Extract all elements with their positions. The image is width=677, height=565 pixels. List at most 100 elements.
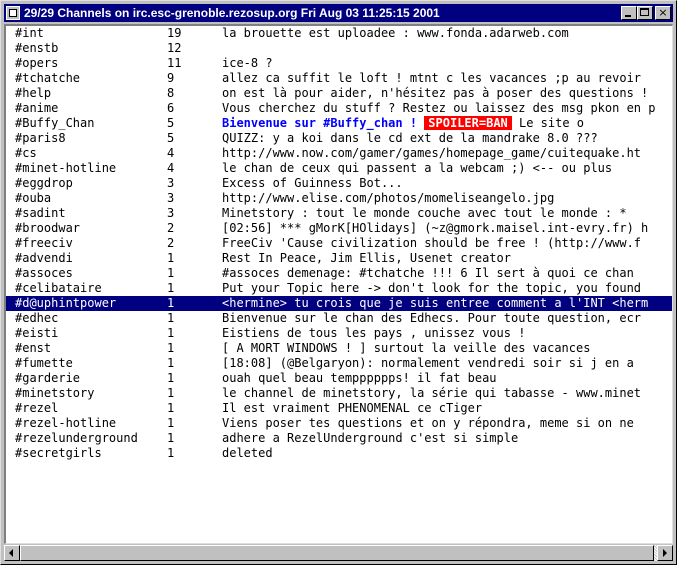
channel-user-count: 12: [167, 41, 182, 55]
channel-row[interactable]: #Buffy_Chan 5 Bienvenue sur #Buffy_chan !…: [6, 116, 672, 131]
channel-topic: on est là pour aider, n'hésitez pas à po…: [222, 86, 649, 100]
channel-name: #advendi: [15, 251, 73, 265]
channel-row[interactable]: #enst 1 [ A MORT WINDOWS ! ] surtout la ve…: [6, 341, 672, 356]
horizontal-scrollbar[interactable]: [4, 545, 673, 561]
channel-name: #fumette: [15, 356, 73, 370]
channel-name: #rezel-hotline: [15, 416, 117, 430]
channel-topic: adhere a RezelUnderground c'est si simpl…: [222, 431, 519, 445]
channel-user-count: 1: [167, 356, 175, 370]
channel-topic: QUIZZ: y a koi dans le cd ext de la mand…: [222, 131, 598, 145]
channel-name: #cs: [15, 146, 37, 160]
channel-row[interactable]: #fumette 1 [18:08] (@Belgaryon): normaleme…: [6, 356, 672, 371]
channel-row[interactable]: #ouba 3 http://www.elise.com/photos/momeli…: [6, 191, 672, 206]
channel-name: #Buffy_Chan: [15, 116, 95, 130]
channel-list-window: 29/29 Channels on irc.esc-grenoble.rezos…: [0, 0, 677, 565]
channel-topic: [02:56] *** gMorK[HOlidays] (~z@gmork.ma…: [222, 221, 649, 235]
channel-user-count: 4: [167, 161, 175, 175]
channel-row[interactable]: #eisti 1 Eistiens de tous les pays , uniss…: [6, 326, 672, 341]
channel-topic: [ A MORT WINDOWS ! ] surtout la veille d…: [222, 341, 591, 355]
channel-user-count: 2: [167, 236, 175, 250]
channel-name: #celibataire: [15, 281, 102, 295]
channel-row[interactable]: #int 19 la brouette est uploadee : www.fon…: [6, 26, 672, 41]
channel-row[interactable]: #rezelunderground 1 adhere a RezelUndergro…: [6, 431, 672, 446]
channel-name: #assoces: [15, 266, 73, 280]
channel-row[interactable]: #advendi 1 Rest In Peace, Jim Ellis, Usene…: [6, 251, 672, 266]
channel-row[interactable]: #secretgirls 1 deleted: [6, 446, 672, 461]
channel-user-count: 6: [167, 101, 175, 115]
channel-row[interactable]: #d@uphintpower 1 <hermine> tu crois que je…: [6, 296, 672, 311]
channel-row[interactable]: #sadint 3 Minetstory : tout le monde couch…: [6, 206, 672, 221]
channel-name: #tchatche: [15, 71, 81, 85]
channel-topic: deleted: [222, 446, 273, 460]
channel-topic: le chan de ceux qui passent a la webcam …: [222, 161, 613, 175]
channel-topic: le channel de minetstory, la série qui t…: [222, 386, 642, 400]
channel-row[interactable]: #freeciv 2 FreeCiv 'Cause civilization sho…: [6, 236, 672, 251]
channel-topic: Il est vraiment PHENOMENAL ce cTiger: [222, 401, 483, 415]
channel-topic: FreeCiv 'Cause civilization should be fr…: [222, 236, 642, 250]
channel-name: #help: [15, 86, 52, 100]
channel-row[interactable]: #eggdrop 3 Excess of Guinness Bot...: [6, 176, 672, 191]
channel-topic: ouah quel beau tempppppps! il fat beau: [222, 371, 497, 385]
window-icon[interactable]: [6, 6, 20, 20]
channel-row[interactable]: #cs 4 http://www.now.com/gamer/games/homep…: [6, 146, 672, 161]
channel-row[interactable]: #help 8 on est là pour aider, n'hésitez pa…: [6, 86, 672, 101]
channel-rows: #int 1 9 la brouette est uploadee : www.fon…: [6, 26, 672, 461]
channel-row[interactable]: #opers 11 ice-8 ?: [6, 56, 672, 71]
channel-row[interactable]: #broodwar 2 [02:56] *** gMorK[HOlidays] (~…: [6, 221, 672, 236]
channel-row[interactable]: #celibataire 1 Put your Topic here -> don'…: [6, 281, 672, 296]
channel-topic: Rest In Peace, Jim Ellis, Usenet creator: [222, 251, 511, 265]
channel-name: #ouba: [15, 191, 52, 205]
channel-row[interactable]: #minetstory 1 le channel de minetstory, la…: [6, 386, 672, 401]
channel-name: #enstb: [15, 41, 59, 55]
minimize-button[interactable]: [621, 6, 637, 20]
channel-user-count: 1: [167, 311, 175, 325]
channel-name: #paris8: [15, 131, 66, 145]
title-bar[interactable]: 29/29 Channels on irc.esc-grenoble.rezos…: [4, 4, 673, 22]
channel-name: #eggdrop: [15, 176, 73, 190]
channel-row[interactable]: #anime 6 Vous cherchez du stuff ? Restez o…: [6, 101, 672, 116]
channel-user-count: 1: [167, 341, 175, 355]
channel-row[interactable]: #rezel 1 Il est vraiment PHENOMENAL ce cTi…: [6, 401, 672, 416]
scroll-left-button[interactable]: [4, 545, 20, 561]
channel-user-count: 5: [167, 116, 175, 130]
channel-topic: #assoces demenage: #tchatche !!! 6 Il se…: [222, 266, 634, 280]
channel-topic: Bienvenue sur le chan des Edhecs. Pour t…: [222, 311, 642, 325]
channel-user-count: 4: [167, 146, 175, 160]
channel-name: #broodwar: [15, 221, 81, 235]
channel-row[interactable]: #paris8 5 QUIZZ: y a koi dans le cd ext de…: [6, 131, 672, 146]
channel-row[interactable]: #enstb 12: [6, 41, 672, 56]
channel-name: #minet-hotline: [15, 161, 117, 175]
scroll-thumb[interactable]: [20, 545, 654, 561]
channel-name: #enst: [15, 341, 52, 355]
channel-user-count: 1: [167, 326, 175, 340]
channel-row[interactable]: #minet-hotline 4 le chan de ceux qui passe…: [6, 161, 672, 176]
channel-name: #int: [15, 26, 44, 40]
channel-user-count: 1: [167, 371, 175, 385]
channel-row[interactable]: #edhec 1 Bienvenue sur le chan des Edhecs.…: [6, 311, 672, 326]
channel-name: #rezel: [15, 401, 59, 415]
channel-user-count: 1: [167, 281, 175, 295]
channel-topic: Minetstory : tout le monde couche avec t…: [222, 206, 627, 220]
channel-name: #eisti: [15, 326, 59, 340]
channel-user-count: 11: [167, 56, 182, 70]
channel-user-count: 9: [167, 71, 175, 85]
close-button[interactable]: ×: [655, 6, 671, 20]
channel-row[interactable]: #rezel-hotline 1 Viens poser tes questions…: [6, 416, 672, 431]
channel-topic: la brouette est uploadee : www.fonda.ada…: [222, 26, 569, 40]
channel-topic: <hermine> tu crois que je suis entree co…: [222, 296, 649, 310]
channel-list[interactable]: #int 1 9 la brouette est uploadee : www.fon…: [4, 24, 673, 544]
channel-row[interactable]: #garderie 1 ouah quel beau tempppppps! il …: [6, 371, 672, 386]
channel-user-count: 1: [167, 401, 175, 415]
spoiler-badge: SPOILER=BAN: [424, 116, 512, 130]
channel-row[interactable]: #tchatche 9 allez ca suffit le loft ! mtnt…: [6, 71, 672, 86]
scroll-right-button[interactable]: [657, 545, 673, 561]
maximize-button[interactable]: [637, 6, 653, 20]
channel-topic: http://www.now.com/gamer/games/homepage_…: [222, 146, 642, 160]
channel-row[interactable]: #assoces 1 #assoces demenage: #tchatche !!…: [6, 266, 672, 281]
channel-user-count: 1: [167, 296, 175, 310]
channel-user-count: 3: [167, 206, 175, 220]
channel-topic: [18:08] (@Belgaryon): normalement vendre…: [222, 356, 634, 370]
channel-topic: http://www.elise.com/photos/momeliseange…: [222, 191, 555, 205]
channel-name: #sadint: [15, 206, 66, 220]
channel-topic: ice-8 ?: [222, 56, 273, 70]
